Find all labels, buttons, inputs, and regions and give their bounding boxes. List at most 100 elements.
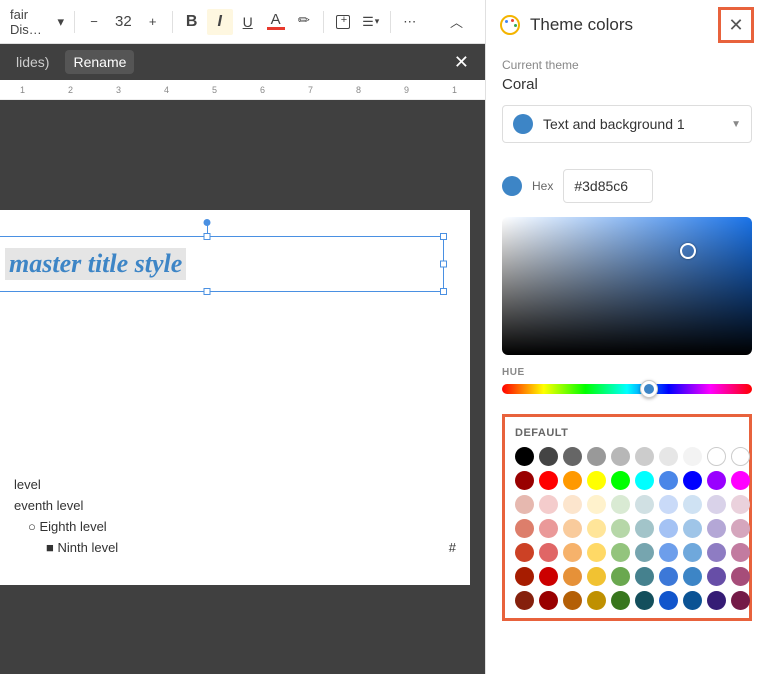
italic-button[interactable]: I [207,9,233,35]
theme-color-role-dropdown[interactable]: Text and background 1 ▼ [502,105,752,143]
color-swatch[interactable] [539,447,558,466]
color-swatch[interactable] [659,519,678,538]
hex-input[interactable] [563,169,653,203]
color-swatch[interactable] [515,495,534,514]
color-swatch[interactable] [611,543,630,562]
color-swatch[interactable] [611,471,630,490]
color-swatch[interactable] [707,567,726,586]
color-swatch[interactable] [659,591,678,610]
color-swatch[interactable] [539,543,558,562]
tab-rename[interactable]: Rename [65,50,134,74]
color-swatch[interactable] [683,519,702,538]
color-swatch[interactable] [731,567,750,586]
color-swatch[interactable] [707,591,726,610]
color-swatch[interactable] [587,471,606,490]
color-swatch[interactable] [539,471,558,490]
color-swatch[interactable] [587,543,606,562]
color-swatch[interactable] [611,591,630,610]
color-swatch[interactable] [731,471,750,490]
color-swatch[interactable] [563,447,582,466]
selection-handle[interactable] [204,288,211,295]
color-swatch[interactable] [659,567,678,586]
color-swatch[interactable] [563,543,582,562]
color-swatch[interactable] [587,567,606,586]
tab-close-button[interactable]: ✕ [446,52,477,73]
color-swatch[interactable] [683,567,702,586]
color-swatch[interactable] [587,519,606,538]
color-swatch[interactable] [635,567,654,586]
color-swatch[interactable] [587,447,606,466]
body-placeholder[interactable]: level eventh level ○ Eighth level ■ Nint… [0,461,470,585]
increase-font-button[interactable]: + [140,9,166,35]
color-swatch[interactable] [539,519,558,538]
collapse-toolbar-button[interactable]: ︿ [444,7,469,37]
saturation-value-picker[interactable] [502,217,752,355]
color-swatch[interactable] [563,471,582,490]
selection-handle[interactable] [440,288,447,295]
color-swatch[interactable] [563,567,582,586]
color-swatch[interactable] [731,591,750,610]
slide-master[interactable]: master title style level eventh level ○ … [0,210,470,585]
color-swatch[interactable] [659,543,678,562]
color-swatch[interactable] [707,447,726,466]
color-swatch[interactable] [635,591,654,610]
rotate-handle[interactable] [204,219,211,226]
color-swatch[interactable] [707,495,726,514]
color-swatch[interactable] [563,591,582,610]
color-swatch[interactable] [659,471,678,490]
decrease-font-button[interactable]: − [81,9,107,35]
color-swatch[interactable] [563,495,582,514]
color-swatch[interactable] [635,471,654,490]
color-swatch[interactable] [707,519,726,538]
selection-handle[interactable] [440,261,447,268]
color-swatch[interactable] [539,495,558,514]
color-swatch[interactable] [731,495,750,514]
title-text[interactable]: master title style [5,248,186,280]
color-swatch[interactable] [683,543,702,562]
title-placeholder[interactable]: master title style [0,236,444,292]
color-swatch[interactable] [683,591,702,610]
color-swatch[interactable] [563,519,582,538]
insert-comment-button[interactable] [330,9,356,35]
color-swatch[interactable] [611,447,630,466]
selection-handle[interactable] [204,233,211,240]
color-swatch[interactable] [707,543,726,562]
color-swatch[interactable] [683,495,702,514]
more-options-button[interactable]: ⋯ [397,9,423,35]
color-swatch[interactable] [515,567,534,586]
align-button[interactable]: ☰▾ [358,9,384,35]
text-color-button[interactable]: A [263,9,289,35]
color-swatch[interactable] [611,495,630,514]
color-swatch[interactable] [515,543,534,562]
color-swatch[interactable] [731,543,750,562]
color-swatch[interactable] [635,519,654,538]
color-swatch[interactable] [587,591,606,610]
close-sidebar-button[interactable]: ✕ [718,7,754,43]
color-swatch[interactable] [515,591,534,610]
selection-handle[interactable] [440,233,447,240]
color-swatch[interactable] [683,447,702,466]
color-swatch[interactable] [587,495,606,514]
color-swatch[interactable] [611,519,630,538]
tab-slides[interactable]: lides) [8,50,57,74]
font-family-select[interactable]: fair Dis… ▾ [6,7,68,37]
color-swatch[interactable] [659,447,678,466]
hue-slider-thumb[interactable] [640,380,658,398]
color-swatch[interactable] [635,543,654,562]
color-swatch[interactable] [683,471,702,490]
saturation-cursor[interactable] [680,243,696,259]
highlight-color-button[interactable]: ✎ [291,9,317,35]
hue-slider[interactable] [502,384,752,394]
color-swatch[interactable] [635,495,654,514]
color-swatch[interactable] [731,447,750,466]
color-swatch[interactable] [611,567,630,586]
bold-button[interactable]: B [179,9,205,35]
color-swatch[interactable] [659,495,678,514]
color-swatch[interactable] [539,567,558,586]
font-size-input[interactable]: 32 [109,7,138,37]
color-swatch[interactable] [539,591,558,610]
color-swatch[interactable] [731,519,750,538]
color-swatch[interactable] [635,447,654,466]
color-swatch[interactable] [707,471,726,490]
underline-button[interactable]: U [235,9,261,35]
